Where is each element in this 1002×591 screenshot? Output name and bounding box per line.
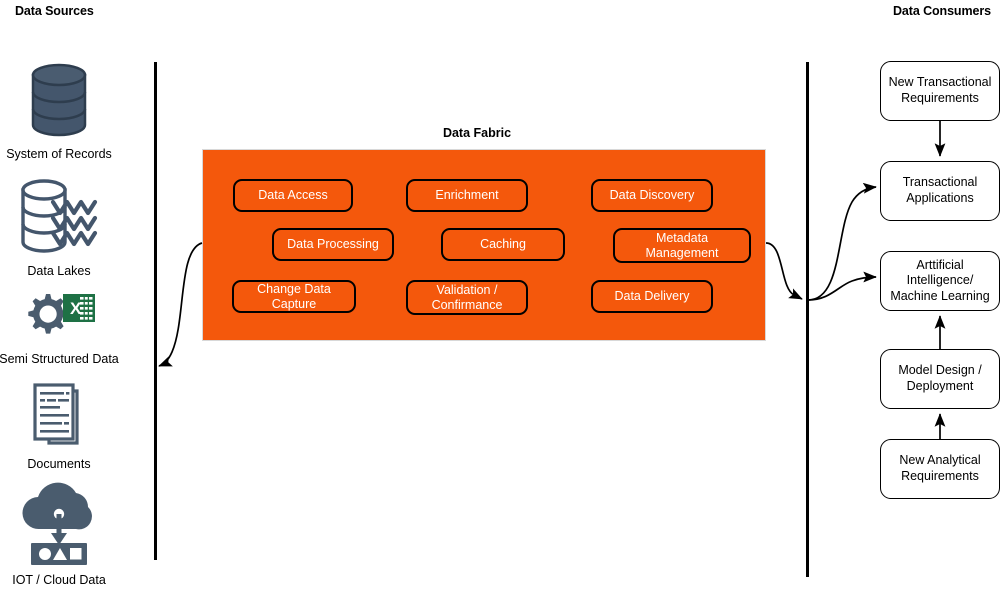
source-label: Semi Structured Data (0, 352, 119, 366)
capability-caching[interactable]: Caching (441, 228, 565, 261)
capability-change-data-capture[interactable]: Change Data Capture (232, 280, 356, 313)
source-item-semi-structured-data: X Semi Structured Data (0, 288, 124, 366)
arrow-fabric-to-consumers (765, 242, 803, 300)
arrow-to-transactional-applications (807, 182, 877, 301)
source-label: Documents (27, 457, 91, 471)
capability-data-delivery[interactable]: Data Delivery (591, 280, 713, 313)
consumer-artificial-intelligence-machine-learning[interactable]: Arttificial Intelligence/ Machine Learni… (880, 251, 1000, 311)
capability-data-access[interactable]: Data Access (233, 179, 353, 212)
capability-validation-confirmance[interactable]: Validation / Confirmance (406, 280, 528, 315)
data-consumers-header: Data Consumers (893, 4, 991, 18)
gear-spreadsheet-icon: X (28, 294, 95, 334)
documents-icon (33, 383, 79, 445)
right-divider-line (806, 62, 809, 577)
cloud-download-icon (22, 482, 92, 565)
capability-data-processing[interactable]: Data Processing (272, 228, 394, 261)
source-item-documents: Documents (0, 383, 124, 471)
arrow-fabric-to-sources (158, 242, 203, 367)
capability-metadata-management[interactable]: Metadata Management (613, 228, 751, 263)
source-label: Data Lakes (27, 264, 91, 278)
source-item-data-lakes: Data Lakes (0, 176, 124, 278)
arrow-to-artificial-intelligence (807, 271, 877, 301)
left-divider-line (154, 62, 157, 560)
consumer-model-design-deployment[interactable]: Model Design / Deployment (880, 349, 1000, 409)
consumer-new-analytical-requirements[interactable]: New Analytical Requirements (880, 439, 1000, 499)
capability-data-discovery[interactable]: Data Discovery (591, 179, 713, 212)
database-icon (31, 63, 87, 137)
capability-enrichment[interactable]: Enrichment (406, 179, 528, 212)
data-fabric-container: Data Access Enrichment Data Discovery Da… (202, 149, 766, 341)
diagram-canvas: Data Sources Data Consumers System of Re… (0, 0, 1002, 591)
source-item-iot-cloud-data: IOT / Cloud Data (0, 481, 124, 587)
data-lake-icon (21, 179, 98, 253)
source-label: IOT / Cloud Data (12, 573, 106, 587)
data-sources-header: Data Sources (15, 4, 94, 18)
source-label: System of Records (6, 147, 112, 161)
consumer-new-transactional-requirements[interactable]: New Transactional Requirements (880, 61, 1000, 121)
source-item-system-of-records: System of Records (0, 57, 124, 161)
data-fabric-title: Data Fabric (442, 126, 512, 140)
consumer-transactional-applications[interactable]: Transactional Applications (880, 161, 1000, 221)
